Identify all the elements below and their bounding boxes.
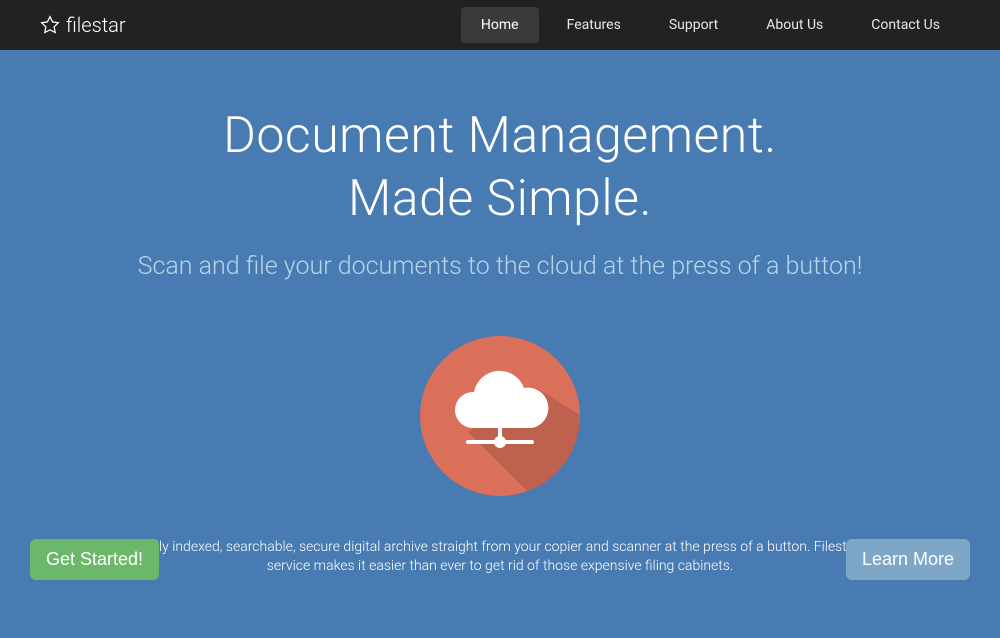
nav-about-us[interactable]: About Us [746, 7, 843, 43]
navbar: filestar Home Features Support About Us … [0, 0, 1000, 50]
hero-subtitle: Scan and file your documents to the clou… [138, 252, 863, 281]
hero-section: Document Management. Made Simple. Scan a… [0, 50, 1000, 638]
brand-name: filestar [66, 13, 126, 37]
hero-title-line-2: Made Simple. [348, 170, 652, 228]
star-icon [40, 15, 60, 35]
nav-contact-us[interactable]: Contact Us [851, 7, 960, 43]
nav-support[interactable]: Support [649, 7, 738, 43]
cloud-network-icon [420, 336, 580, 496]
logo[interactable]: filestar [40, 13, 126, 37]
learn-more-button[interactable]: Learn More [846, 539, 970, 580]
cta-row: Get Started! Learn More [30, 539, 970, 580]
nav-links: Home Features Support About Us Contact U… [461, 7, 960, 43]
hero-title: Document Management. Made Simple. [223, 105, 777, 230]
hero-title-line-1: Document Management. [223, 107, 777, 165]
nav-features[interactable]: Features [547, 7, 641, 43]
nav-home[interactable]: Home [461, 7, 539, 43]
get-started-button[interactable]: Get Started! [30, 539, 159, 580]
